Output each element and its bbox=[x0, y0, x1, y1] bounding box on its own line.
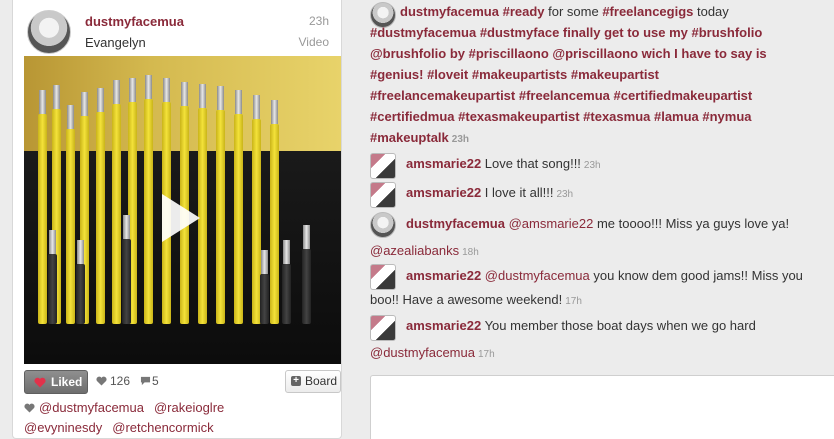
avatar[interactable] bbox=[27, 10, 71, 54]
comment: amsmarie22 Love that song!!! 23h bbox=[406, 153, 601, 176]
post-full-name: Evangelyn bbox=[85, 35, 146, 50]
comment-username[interactable]: amsmarie22 bbox=[406, 156, 481, 171]
heart-icon bbox=[34, 377, 46, 388]
comment: amsmarie22 I love it all!!! 23h bbox=[406, 182, 573, 205]
comment: dustmyfacemua @amsmarie22 me toooo!!! Mi… bbox=[370, 213, 820, 263]
comment-text: Love that song!!! bbox=[484, 156, 581, 171]
brush-ferrule bbox=[235, 90, 242, 114]
brush-ferrule bbox=[145, 75, 152, 99]
brush-ferrule bbox=[199, 84, 206, 108]
brush-ferrule bbox=[39, 90, 46, 114]
brush-ferrule bbox=[129, 78, 136, 102]
hashtag-link[interactable]: #freelancegigs bbox=[602, 4, 693, 19]
post-username[interactable]: dustmyfacemua bbox=[85, 14, 184, 29]
post-card: dustmyfacemua Evangelyn 23h Video Liked … bbox=[12, 0, 342, 439]
media-type-label: Video bbox=[298, 35, 329, 49]
comment-text: me toooo!!! Miss ya guys love ya! bbox=[593, 216, 790, 231]
comment-username[interactable]: dustmyfacemua bbox=[370, 216, 505, 231]
brush-ferrule bbox=[271, 100, 278, 124]
board-label: Board bbox=[305, 374, 338, 388]
avatar[interactable] bbox=[370, 153, 396, 179]
brush-handle bbox=[66, 129, 75, 324]
liked-button[interactable]: Liked bbox=[24, 370, 88, 394]
heart-icon bbox=[96, 376, 107, 386]
caption-text: for some bbox=[544, 4, 603, 19]
mention-link[interactable]: @amsmarie22 bbox=[509, 216, 594, 231]
brush-handle bbox=[48, 254, 57, 324]
video-player[interactable] bbox=[24, 56, 341, 364]
brush-ferrule bbox=[67, 105, 74, 129]
comment: amsmarie22 @dustmyfacemua you know dem g… bbox=[370, 264, 820, 314]
hashtag-link[interactable]: #ready bbox=[503, 4, 545, 19]
play-icon[interactable] bbox=[162, 194, 200, 242]
caption: dustmyfacemua #ready for some #freelance… bbox=[370, 1, 820, 150]
brush-handle bbox=[302, 249, 311, 324]
brush-ferrule bbox=[123, 215, 130, 239]
comment-time: 17h bbox=[565, 296, 582, 307]
brush-ferrule bbox=[163, 78, 170, 102]
comment-username[interactable]: amsmarie22 bbox=[370, 318, 481, 333]
brush-handle bbox=[270, 124, 279, 324]
comment-text: You member those boat days when we go ha… bbox=[484, 318, 756, 333]
caption-text: today bbox=[693, 4, 729, 19]
brush-ferrule bbox=[113, 80, 120, 104]
brush-handle bbox=[234, 114, 243, 324]
caption-body: #dustmyfacemua #dustmyface finally get t… bbox=[370, 25, 767, 145]
brush-ferrule bbox=[49, 230, 56, 254]
caption-hashtags[interactable]: #dustmyfacemua #dustmyface finally get t… bbox=[370, 22, 800, 150]
mention-link[interactable]: @dustmyfacemua bbox=[370, 345, 475, 360]
brush-ferrule bbox=[261, 250, 268, 274]
board-button[interactable]: + Board bbox=[285, 370, 341, 393]
mention-link[interactable]: @azealiabanks bbox=[370, 243, 459, 258]
caption-username[interactable]: dustmyfacemua bbox=[370, 4, 499, 19]
brush-handle bbox=[144, 99, 153, 324]
comment-time: 23h bbox=[556, 189, 574, 200]
comment-username[interactable]: amsmarie22 bbox=[406, 185, 481, 200]
post-actions: Liked 126 5 + Board bbox=[24, 368, 341, 394]
liker-link[interactable]: @rakeioglre bbox=[154, 400, 224, 415]
avatar[interactable] bbox=[370, 182, 396, 208]
liker-link[interactable]: @retchencormick bbox=[112, 420, 213, 435]
brush-ferrule bbox=[283, 240, 290, 264]
comments-panel: dustmyfacemua #ready for some #freelance… bbox=[370, 0, 834, 439]
brush-handle bbox=[216, 110, 225, 324]
brush-ferrule bbox=[53, 85, 60, 109]
brush-handle bbox=[282, 264, 291, 324]
brush-ferrule bbox=[97, 88, 104, 112]
comment-time: 23h bbox=[583, 160, 601, 171]
brush-ferrule bbox=[217, 86, 224, 110]
comment-input[interactable] bbox=[370, 375, 834, 439]
liked-label: Liked bbox=[51, 375, 83, 389]
comment-username[interactable]: amsmarie22 bbox=[370, 268, 481, 283]
brush-handle bbox=[76, 264, 85, 324]
brush-handle bbox=[260, 274, 269, 324]
comment-icon bbox=[140, 376, 151, 386]
brush-handle bbox=[122, 239, 131, 324]
comments-count[interactable]: 5 bbox=[152, 374, 159, 388]
brush-handle bbox=[96, 112, 105, 324]
liker-link[interactable]: @evyninesdy bbox=[24, 420, 102, 435]
mention-link[interactable]: @dustmyfacemua bbox=[485, 268, 590, 283]
caption-time: 23h bbox=[451, 134, 469, 145]
brush-handle bbox=[38, 114, 47, 324]
brush-ferrule bbox=[77, 240, 84, 264]
plus-icon: + bbox=[291, 376, 301, 386]
brush-ferrule bbox=[303, 225, 310, 249]
post-time: 23h bbox=[308, 14, 329, 28]
brush-handle bbox=[112, 104, 121, 324]
comment-text: I love it all!!! bbox=[484, 185, 554, 200]
comment-time: 18h bbox=[462, 247, 479, 258]
brush-ferrule bbox=[181, 82, 188, 106]
liker-link[interactable]: @dustmyfacemua bbox=[39, 400, 144, 415]
post-header: dustmyfacemua Evangelyn 23h Video bbox=[13, 0, 341, 56]
brush-ferrule bbox=[253, 95, 260, 119]
comment-time: 17h bbox=[477, 349, 495, 360]
brush-ferrule bbox=[81, 92, 88, 116]
likes-count[interactable]: 126 bbox=[110, 374, 130, 388]
comment: amsmarie22 You member those boat days wh… bbox=[370, 315, 820, 365]
heart-icon bbox=[24, 403, 35, 413]
likers-list: @dustmyfacemua @rakeioglre @evyninesdy @ret… bbox=[24, 398, 341, 438]
